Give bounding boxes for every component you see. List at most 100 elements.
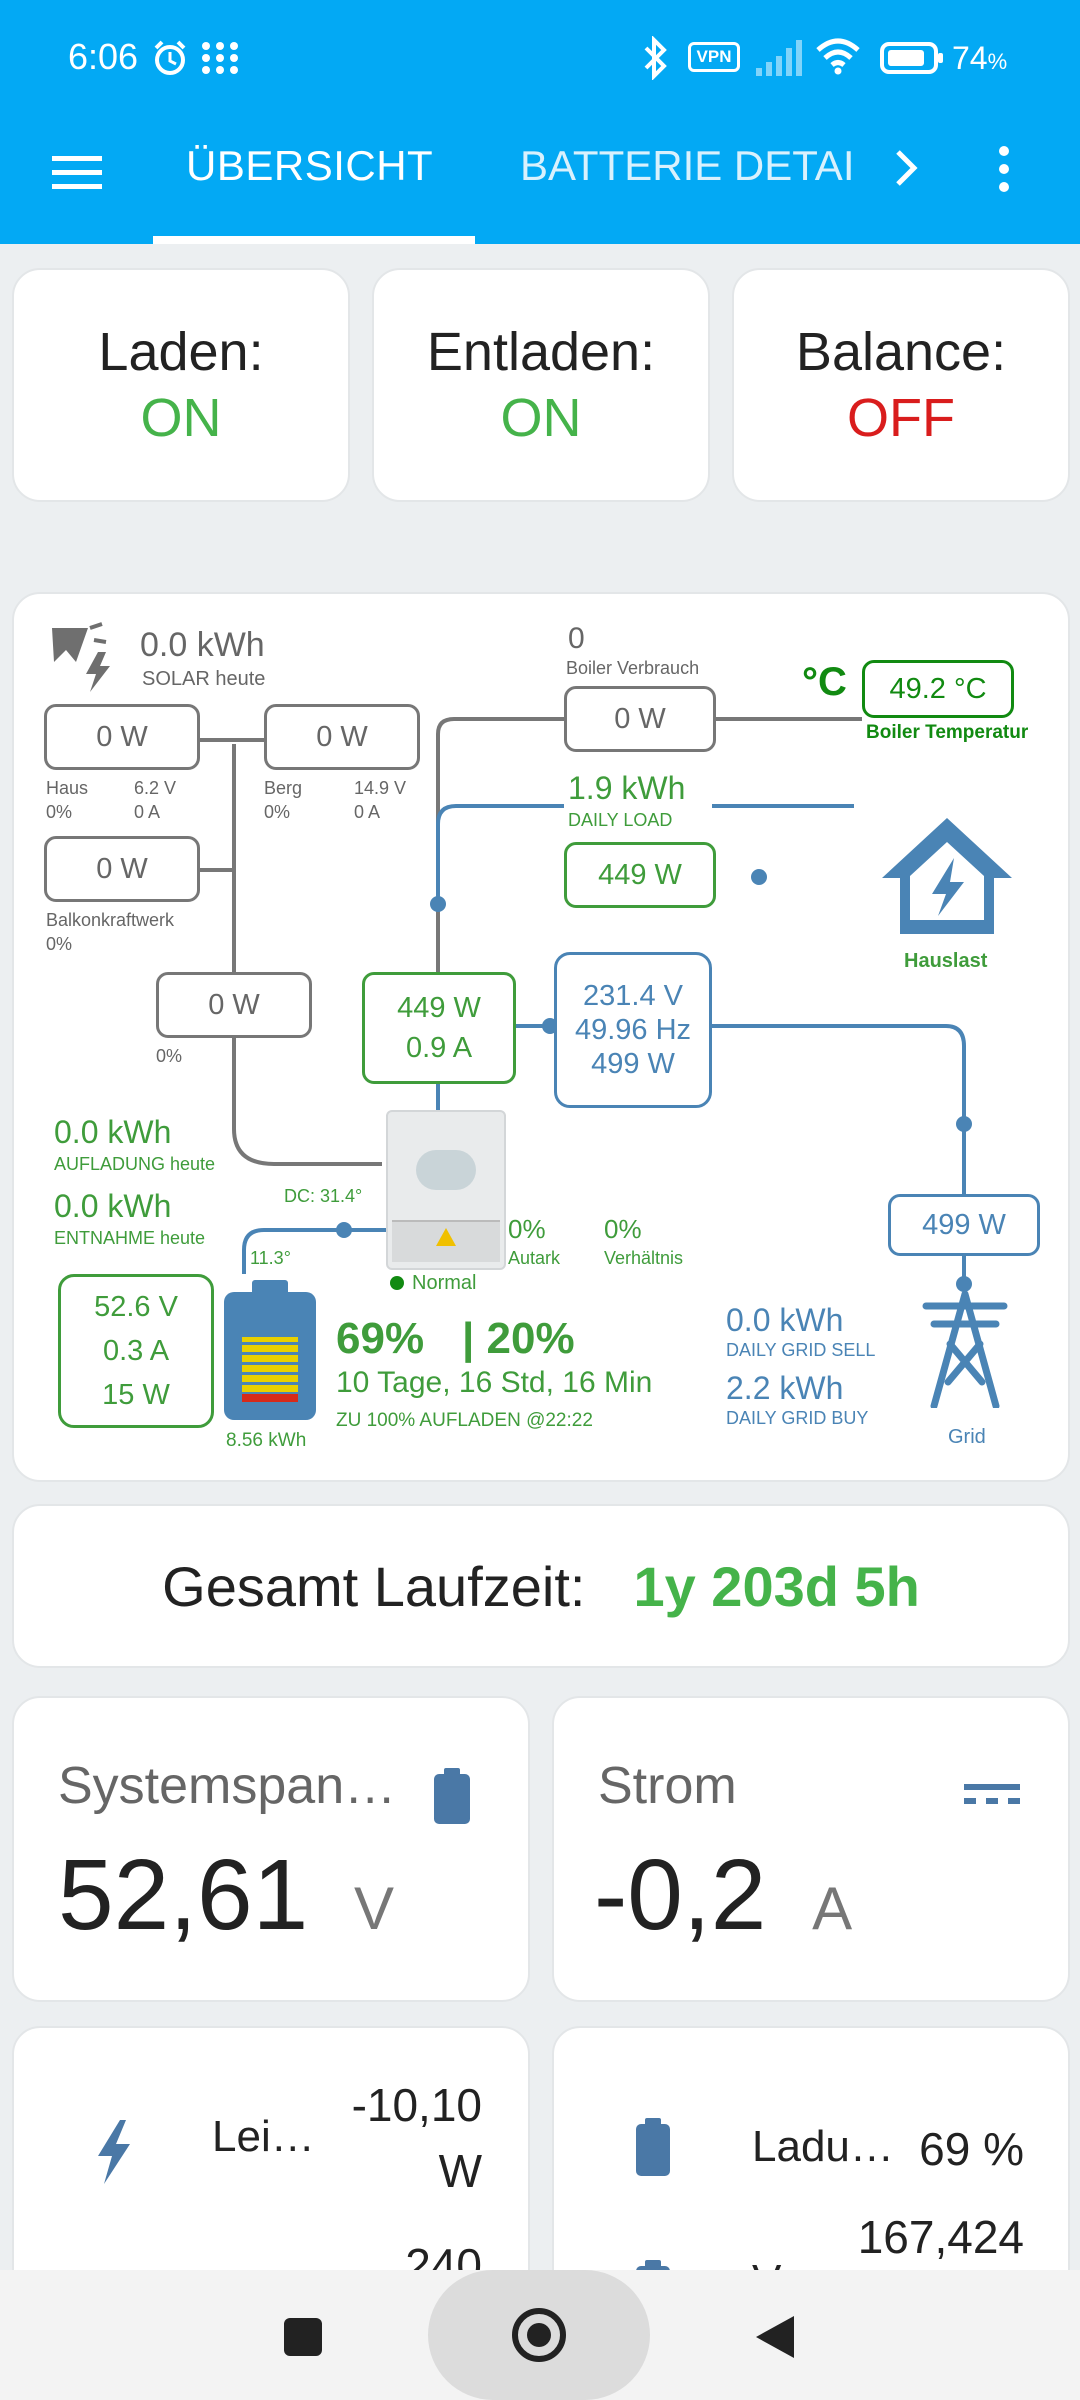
berg-power-box: 0 W: [264, 704, 420, 770]
dc-current-icon: [964, 1784, 1020, 1804]
discharge-today-value: 0.0 kWh: [54, 1188, 172, 1224]
soc-value: 69%: [336, 1314, 425, 1363]
autark-label: Autark: [508, 1248, 561, 1268]
haus-voltage: 6.2 V: [134, 778, 177, 798]
charge-today-value: 0.0 kWh: [54, 1114, 172, 1150]
inverter-power-box: 449 W 0.9 A: [362, 972, 516, 1084]
berg-power-value: 0 W: [316, 720, 368, 753]
inverter-status-label: Normal: [412, 1272, 477, 1294]
battery-soc-icon: [224, 1280, 316, 1420]
pv-total-pct: 0%: [156, 1046, 183, 1066]
status-bar: 6:06 VPN 74%: [0, 0, 1080, 122]
battery-icon: [636, 2118, 670, 2176]
daily-load-label: DAILY LOAD: [568, 810, 673, 830]
grid-buy-label: DAILY GRID BUY: [726, 1408, 869, 1428]
tab-batterie-label: BATTERIE DETAI: [520, 142, 855, 189]
house-load-icon: [882, 818, 1012, 934]
balkon-power-value: 0 W: [96, 852, 148, 885]
back-triangle-icon[interactable]: [754, 2314, 796, 2360]
load-power-box: 449 W: [564, 842, 716, 908]
berg-current: 0 A: [354, 802, 381, 822]
grid-dots-icon: [202, 42, 238, 74]
battery-percent: 74%: [952, 40, 1008, 76]
recents-square-icon[interactable]: [284, 2318, 322, 2356]
charge-level-value: 69 %: [919, 2123, 1024, 2175]
haus-current: 0 A: [134, 802, 161, 822]
discharge-status-card: Entladen: ON: [372, 268, 710, 502]
battery-fill-level: [242, 1337, 298, 1402]
chevron-right-icon[interactable]: [892, 146, 920, 190]
grid-voltage-value: 231.4 V: [583, 980, 683, 1012]
inverter-current-value: 0.9 A: [405, 1032, 473, 1064]
grid-sell-label: DAILY GRID SELL: [726, 1340, 876, 1360]
inverter-power-value: 449 W: [397, 992, 481, 1024]
solar-icon: [52, 622, 110, 692]
charge-level-label: Ladu…: [752, 2122, 894, 2171]
berg-label: Berg: [264, 778, 303, 798]
next-row-value: 167,424: [857, 2211, 1024, 2263]
tab-batterie-details[interactable]: BATTERIE DETAI: [520, 142, 872, 190]
app-bar: ÜBERSICHT BATTERIE DETAI: [0, 122, 1080, 244]
battery-icon: [434, 1768, 470, 1824]
system-voltage-label: Systemspan…: [58, 1757, 397, 1815]
pv-total-box: 0 W: [156, 972, 312, 1038]
signal-icon: [756, 40, 802, 76]
hamburger-icon[interactable]: [52, 152, 102, 192]
current-card[interactable]: Strom -0,2 A: [552, 1696, 1070, 2002]
alarm-icon: [154, 40, 186, 75]
system-voltage-unit: V: [354, 1875, 395, 1942]
grid-tower-icon: [922, 1290, 1008, 1408]
current-label: Strom: [598, 1757, 737, 1815]
solar-today-label: SOLAR heute: [142, 668, 266, 690]
current-value: -0,2: [594, 1839, 767, 1951]
system-voltage-value: 52,61: [58, 1839, 309, 1951]
status-time: 6:06: [68, 36, 139, 77]
charge-today-label: AUFLADUNG heute: [54, 1154, 216, 1174]
grid-buy-value: 2.2 kWh: [726, 1370, 844, 1406]
current-value-row: -0,2 A: [594, 1838, 852, 1953]
dc-temp-label: DC: 31.4°: [284, 1186, 363, 1206]
daily-load-value: 1.9 kWh: [568, 770, 686, 806]
battery-power-value: 15 W: [102, 1379, 170, 1411]
charge-status-card: Laden: ON: [12, 268, 350, 502]
battery-voltage-value: 52.6 V: [94, 1291, 178, 1323]
haus-power-box: 0 W: [44, 704, 200, 770]
house-load-label: Hauslast: [904, 950, 988, 972]
tab-uebersicht[interactable]: ÜBERSICHT: [186, 142, 433, 190]
ratio-value: 0%: [604, 1214, 642, 1244]
balance-status-value: OFF: [847, 388, 955, 448]
vpn-label: VPN: [696, 47, 732, 66]
system-voltage-card[interactable]: Systemspan… 52,61 V: [12, 1696, 530, 2002]
battery-percent-value: 74: [952, 40, 988, 76]
power-label: Lei…: [212, 2112, 315, 2161]
discharge-status-label: Entladen:: [426, 322, 656, 382]
balkon-power-box: 0 W: [44, 836, 200, 902]
home-circle-icon: [512, 2308, 566, 2362]
tab-indicator: [153, 236, 475, 244]
wifi-icon: [816, 38, 860, 75]
runtime-estimate: 10 Tage, 16 Std, 16 Min: [336, 1366, 653, 1399]
total-runtime-card: Gesamt Laufzeit: 1y 203d 5h: [12, 1504, 1070, 1668]
autark-value: 0%: [508, 1214, 546, 1244]
boiler-temp-value: 49.2 °C: [889, 672, 987, 705]
grid-power-box-value: 499 W: [922, 1208, 1006, 1241]
grid-power-box: 499 W: [888, 1194, 1040, 1256]
home-button-bg[interactable]: [428, 2270, 650, 2400]
grid-label: Grid: [948, 1426, 986, 1448]
vpn-icon: VPN: [688, 42, 740, 72]
inverter-status-dot: [390, 1276, 404, 1290]
balance-status-label: Balance:: [795, 322, 1007, 382]
energy-flow-card: 0.0 kWh SOLAR heute 0 W Haus 6.2 V 0% 0 …: [12, 592, 1070, 1482]
haus-pct: 0%: [46, 802, 73, 822]
discharge-status-value: ON: [500, 388, 582, 448]
current-unit: A: [812, 1875, 853, 1942]
pv-total-value: 0 W: [208, 988, 260, 1021]
grid-frequency-value: 49.96 Hz: [574, 1014, 692, 1046]
boiler-consumption-value: 0: [568, 622, 585, 655]
balkon-label: Balkonkraftwerk: [46, 910, 175, 930]
inverter-image: [386, 1110, 506, 1270]
boiler-power-box: 0 W: [564, 686, 716, 752]
more-vertical-icon[interactable]: [994, 144, 1014, 194]
power-value-line2: W: [438, 2145, 482, 2197]
celsius-icon: °C: [802, 660, 847, 704]
